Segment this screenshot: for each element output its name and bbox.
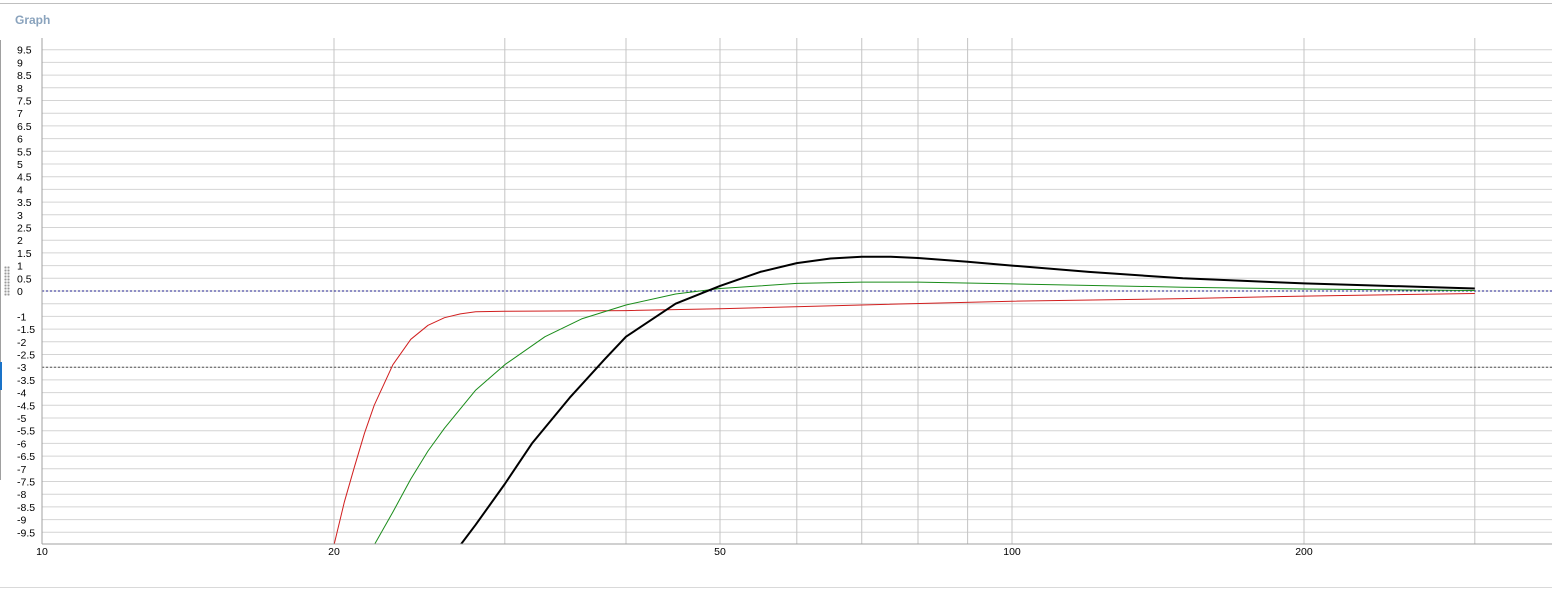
- x-tick-label: 10: [36, 546, 48, 558]
- y-tick-label: 3.5: [17, 197, 32, 209]
- y-tick-label: -4.5: [17, 400, 35, 412]
- y-tick-label: -6: [17, 438, 26, 450]
- y-tick-label: 1: [17, 261, 23, 273]
- frequency-response-chart: 9.598.587.576.565.554.543.532.521.510.50…: [17, 38, 1552, 558]
- y-axis-tick-labels: 9.598.587.576.565.554.543.532.521.510.50…: [17, 45, 35, 540]
- y-tick-label: 4: [17, 184, 23, 196]
- y-tick-label: -3: [17, 362, 26, 374]
- y-tick-label: -8.5: [17, 502, 35, 514]
- y-tick-label: -8: [17, 489, 26, 501]
- x-axis-tick-labels: 10 20 50 100 200: [36, 546, 1313, 558]
- y-tick-label: -7.5: [17, 477, 35, 489]
- x-tick-label: 200: [1295, 546, 1313, 558]
- y-tick-label: -5.5: [17, 426, 35, 438]
- y-tick-label: -9: [17, 515, 26, 527]
- y-tick-label: 6: [17, 134, 23, 146]
- y-tick-label: 8: [17, 83, 23, 95]
- y-tick-label: 0: [17, 286, 23, 298]
- y-tick-label: -3.5: [17, 375, 35, 387]
- y-tick-label: 4.5: [17, 172, 32, 184]
- y-tick-label: 7: [17, 108, 23, 120]
- y-tick-label: 0.5: [17, 273, 32, 285]
- y-tick-label: 3: [17, 210, 23, 222]
- y-tick-label: -5: [17, 413, 26, 425]
- y-tick-label: -2: [17, 337, 26, 349]
- y-tick-label: 2: [17, 235, 23, 247]
- y-tick-label: 1.5: [17, 248, 32, 260]
- y-tick-label: 5: [17, 159, 23, 171]
- y-tick-label: -7: [17, 464, 26, 476]
- x-tick-label: 20: [328, 546, 340, 558]
- x-tick-label: 100: [1003, 546, 1021, 558]
- series-line-2: [374, 281, 1475, 544]
- y-tick-label: -6.5: [17, 451, 35, 463]
- y-tick-label: -2.5: [17, 350, 35, 362]
- y-tick-label: 5.5: [17, 146, 32, 158]
- x-tick-label: 50: [714, 546, 726, 558]
- y-tick-label: 9.5: [17, 45, 32, 57]
- y-tick-label: 8.5: [17, 70, 32, 82]
- y-tick-label: -1.5: [17, 324, 35, 336]
- y-tick-label: -9.5: [17, 527, 35, 539]
- y-tick-label: 7.5: [17, 96, 32, 108]
- y-tick-label: 2.5: [17, 223, 32, 235]
- y-tick-label: -4: [17, 388, 26, 400]
- y-tick-label: 6.5: [17, 121, 32, 133]
- y-tick-label: -1: [17, 311, 26, 323]
- y-tick-label: 9: [17, 57, 23, 69]
